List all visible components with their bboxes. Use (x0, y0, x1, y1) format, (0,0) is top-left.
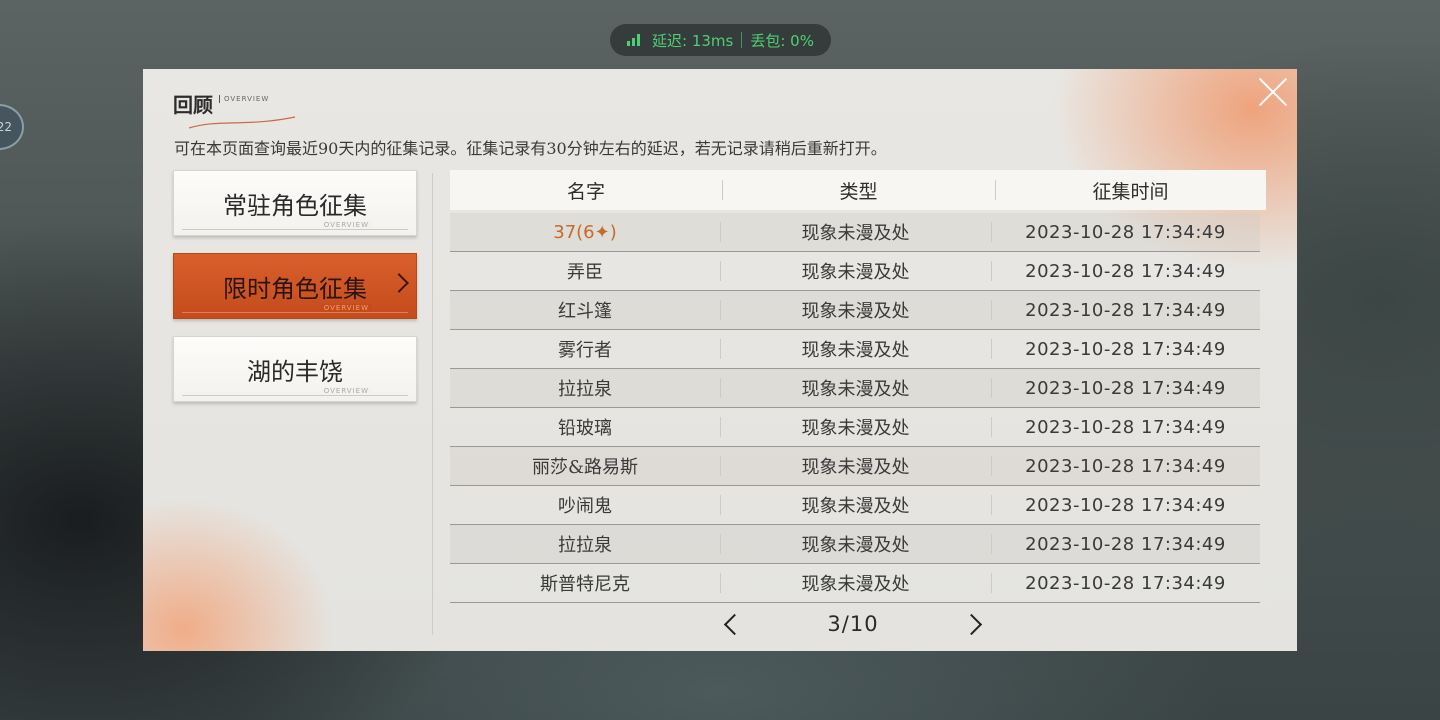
tab-divider: OVERVIEW (182, 387, 408, 396)
cell-time: 2023-10-28 17:34:49 (991, 261, 1260, 282)
page-title: 回顾 (173, 93, 213, 117)
cell-type: 现象未漫及处 (720, 531, 991, 557)
cell-type: 现象未漫及处 (720, 375, 991, 401)
pagination: 3/10 (718, 609, 988, 639)
cell-type: 现象未漫及处 (720, 219, 991, 245)
cell-type: 现象未漫及处 (720, 570, 991, 596)
cell-type: 现象未漫及处 (720, 414, 991, 440)
cell-time: 2023-10-28 17:34:49 (991, 495, 1260, 516)
cell-time: 2023-10-28 17:34:49 (991, 378, 1260, 399)
cell-name: 铅玻璃 (558, 418, 612, 439)
cell-name: 红斗篷 (558, 301, 612, 322)
title-swoosh-icon (188, 116, 296, 129)
cell-name: 拉拉泉 (558, 535, 612, 556)
tab-2[interactable]: 湖的丰饶 OVERVIEW (173, 336, 417, 402)
latency-label: 延迟: 13ms (652, 31, 734, 50)
divider (432, 173, 433, 635)
chevron-right-icon (389, 273, 409, 293)
prev-page-icon[interactable] (718, 610, 746, 638)
packet-loss-label: 丢包: 0% (750, 31, 814, 50)
cell-time: 2023-10-28 17:34:49 (991, 456, 1260, 477)
cell-name: 雾行者 (558, 340, 612, 361)
cell-type: 现象未漫及处 (720, 453, 991, 479)
cell-time: 2023-10-28 17:34:49 (991, 573, 1260, 594)
record-panel: 回顾 OVERVIEW 可在本页面查询最近90天内的征集记录。征集记录有30分钟… (143, 69, 1297, 651)
table-row: 拉拉泉 现象未漫及处 2023-10-28 17:34:49 (450, 525, 1260, 564)
table-row: 铅玻璃 现象未漫及处 2023-10-28 17:34:49 (450, 408, 1260, 447)
side-badge[interactable]: 22 (0, 104, 24, 150)
table-row: 雾行者 现象未漫及处 2023-10-28 17:34:49 (450, 330, 1260, 369)
table-header: 名字 类型 征集时间 (450, 170, 1266, 210)
tab-label: 湖的丰饶 (247, 357, 343, 386)
record-table: 名字 类型 征集时间 37(6✦) 现象未漫及处 2023-10-28 17:34:… (450, 170, 1266, 603)
next-page-icon[interactable] (960, 610, 988, 638)
tab-foot-label: OVERVIEW (320, 387, 372, 395)
table-row: 丽莎&路易斯 现象未漫及处 2023-10-28 17:34:49 (450, 447, 1260, 486)
page-subtitle: OVERVIEW (219, 95, 269, 103)
header-type: 类型 (722, 177, 995, 204)
cell-name: 拉拉泉 (558, 379, 612, 400)
table-row: 吵闹鬼 现象未漫及处 2023-10-28 17:34:49 (450, 486, 1260, 525)
tab-foot-label: OVERVIEW (320, 221, 372, 229)
table-row: 37(6✦) 现象未漫及处 2023-10-28 17:34:49 (450, 213, 1260, 252)
signal-icon (627, 34, 641, 46)
cell-name: 弄臣 (567, 262, 603, 283)
panel-description: 可在本页面查询最近90天内的征集记录。征集记录有30分钟左右的延迟，若无记录请稍… (174, 139, 887, 158)
cell-time: 2023-10-28 17:34:49 (991, 417, 1260, 438)
cell-name: 吵闹鬼 (558, 496, 612, 517)
tab-1[interactable]: 限时角色征集 OVERVIEW (173, 253, 417, 319)
cell-type: 现象未漫及处 (720, 492, 991, 518)
cell-name: 37(6✦) (553, 221, 617, 243)
tab-divider: OVERVIEW (182, 221, 408, 230)
tab-label: 常驻角色征集 (223, 191, 367, 220)
header-time: 征集时间 (995, 177, 1266, 204)
table-row: 拉拉泉 现象未漫及处 2023-10-28 17:34:49 (450, 369, 1260, 408)
network-status: 延迟: 13ms 丢包: 0% (610, 24, 831, 56)
panel-header: 回顾 OVERVIEW (173, 89, 296, 129)
cell-name: 丽莎&路易斯 (531, 457, 639, 478)
table-row: 红斗篷 现象未漫及处 2023-10-28 17:34:49 (450, 291, 1260, 330)
table-row: 弄臣 现象未漫及处 2023-10-28 17:34:49 (450, 252, 1260, 291)
page-indicator: 3/10 (827, 612, 879, 636)
cell-time: 2023-10-28 17:34:49 (991, 300, 1260, 321)
cell-type: 现象未漫及处 (720, 297, 991, 323)
tab-label: 限时角色征集 (223, 274, 367, 303)
cell-name: 斯普特尼克 (540, 574, 630, 595)
cell-time: 2023-10-28 17:34:49 (991, 534, 1260, 555)
tab-0[interactable]: 常驻角色征集 OVERVIEW (173, 170, 417, 236)
tab-list: 常驻角色征集 OVERVIEW 限时角色征集 OVERVIEW 湖的丰饶 OVERVIEW (173, 170, 417, 419)
cell-type: 现象未漫及处 (720, 336, 991, 362)
cell-time: 2023-10-28 17:34:49 (991, 222, 1260, 243)
table-body: 37(6✦) 现象未漫及处 2023-10-28 17:34:49 弄臣 现象未漫及处 2… (450, 213, 1266, 603)
tab-divider: OVERVIEW (182, 304, 408, 313)
header-name: 名字 (566, 180, 605, 203)
tab-foot-label: OVERVIEW (320, 304, 372, 312)
close-icon[interactable] (1255, 73, 1291, 109)
status-divider (741, 32, 743, 48)
cell-type: 现象未漫及处 (720, 258, 991, 284)
table-row: 斯普特尼克 现象未漫及处 2023-10-28 17:34:49 (450, 564, 1260, 603)
cell-time: 2023-10-28 17:34:49 (991, 339, 1260, 360)
